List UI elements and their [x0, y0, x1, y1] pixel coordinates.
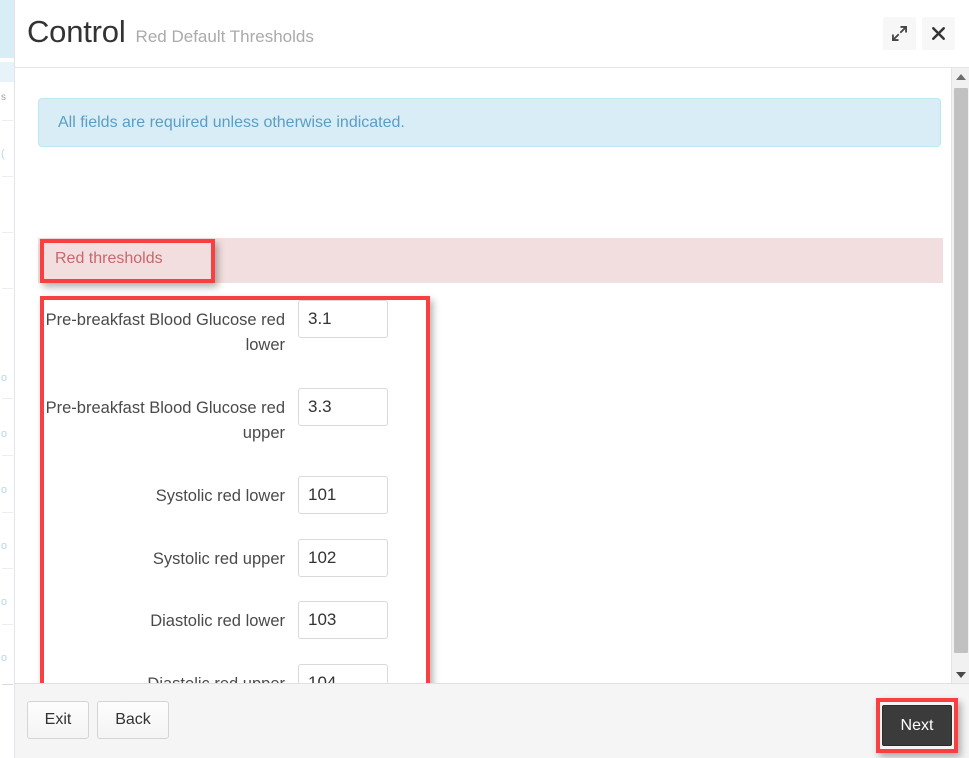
bg-line-4	[2, 288, 13, 289]
bg-ghost-3: o	[1, 372, 8, 384]
close-icon	[932, 27, 945, 40]
field-input-pre-breakfast-blood-glucose-red-lower[interactable]	[298, 300, 388, 338]
bg-line-8	[2, 568, 13, 569]
bg-line-5	[2, 398, 13, 399]
field-label-systolic-red-upper: Systolic red upper	[152, 550, 285, 568]
scrollbar-up-arrow-button[interactable]	[952, 68, 969, 85]
scrollbar-down-arrow-button[interactable]	[952, 666, 969, 683]
form-content: All fields are required unless otherwise…	[15, 68, 943, 683]
back-button[interactable]: Back	[97, 701, 169, 739]
modal-body: All fields are required unless otherwise…	[15, 68, 969, 683]
bg-ghost-7: o	[1, 596, 8, 608]
vertical-scrollbar[interactable]	[951, 68, 969, 683]
field-row: Diastolic red upper	[45, 664, 427, 683]
field-input-systolic-red-upper[interactable]	[298, 539, 388, 577]
bg-ghost-5: o	[1, 484, 8, 496]
exit-button[interactable]: Exit	[27, 701, 89, 739]
info-alert: All fields are required unless otherwise…	[38, 98, 941, 147]
bg-strip-second	[0, 62, 14, 82]
triangle-up-icon	[955, 73, 966, 80]
field-label-diastolic-red-upper: Diastolic red upper	[45, 664, 298, 683]
page-title: Control Red Default Thresholds	[27, 14, 314, 50]
field-label-pre-breakfast-blood-glucose-red-upper: Pre-breakfast Blood Glucose red upper	[45, 399, 285, 442]
triangle-down-icon	[955, 671, 966, 678]
header-buttons	[883, 17, 955, 50]
field-label-systolic-red-lower: Systolic red lower	[155, 487, 285, 505]
modal-footer: Exit Back Next	[15, 683, 969, 758]
bg-ghost-1: s	[1, 92, 6, 103]
field-row: Pre-breakfast Blood Glucose red lower	[45, 300, 427, 354]
expand-diagonal-icon-button[interactable]	[883, 17, 916, 50]
bg-line-6	[2, 455, 13, 456]
bg-line-9	[2, 624, 13, 625]
section-header-label: Red thresholds	[55, 250, 163, 267]
section-header-red-thresholds: Red thresholds	[38, 238, 943, 283]
background-page-sliver: s ( o o o o o o	[0, 0, 14, 758]
screen-root: s ( o o o o o o Control Red Default Thre…	[0, 0, 969, 758]
close-icon-button[interactable]	[922, 17, 955, 50]
field-label-diastolic-red-lower: Diastolic red lower	[150, 612, 285, 630]
field-row: Diastolic red lower	[45, 601, 427, 647]
field-row: Systolic red upper	[45, 539, 427, 585]
bg-strip-top	[0, 0, 14, 58]
bg-line-7	[2, 512, 13, 513]
field-row: Systolic red lower	[45, 476, 427, 522]
next-button-area: Next	[876, 698, 958, 753]
field-label-pre-breakfast-blood-glucose-red-lower: Pre-breakfast Blood Glucose red lower	[45, 311, 285, 354]
control-modal: Control Red Default Thresholds All field…	[14, 0, 969, 758]
threshold-field-group: Pre-breakfast Blood Glucose red lower Pr…	[45, 300, 427, 683]
info-alert-text: All fields are required unless otherwise…	[58, 113, 405, 131]
bg-ghost-8: o	[1, 652, 8, 664]
field-input-pre-breakfast-blood-glucose-red-upper[interactable]	[298, 388, 388, 426]
field-input-diastolic-red-upper[interactable]	[298, 664, 388, 683]
next-button[interactable]: Next	[882, 705, 952, 746]
expand-diagonal-icon	[892, 26, 907, 41]
title-subtitle: Red Default Thresholds	[135, 27, 314, 46]
field-input-diastolic-red-lower[interactable]	[298, 601, 388, 639]
bg-ghost-2: (	[1, 148, 5, 160]
bg-ghost-4: o	[1, 428, 8, 440]
scrollbar-thumb[interactable]	[954, 88, 968, 653]
field-row: Pre-breakfast Blood Glucose red upper	[45, 388, 427, 442]
bg-line-2	[2, 176, 13, 177]
field-input-systolic-red-lower[interactable]	[298, 476, 388, 514]
bg-line-1	[2, 120, 13, 121]
modal-header: Control Red Default Thresholds	[15, 0, 969, 68]
bg-line-3	[2, 232, 13, 233]
title-main: Control	[27, 14, 126, 49]
bg-line-10	[2, 684, 13, 685]
bg-ghost-6: o	[1, 540, 8, 552]
